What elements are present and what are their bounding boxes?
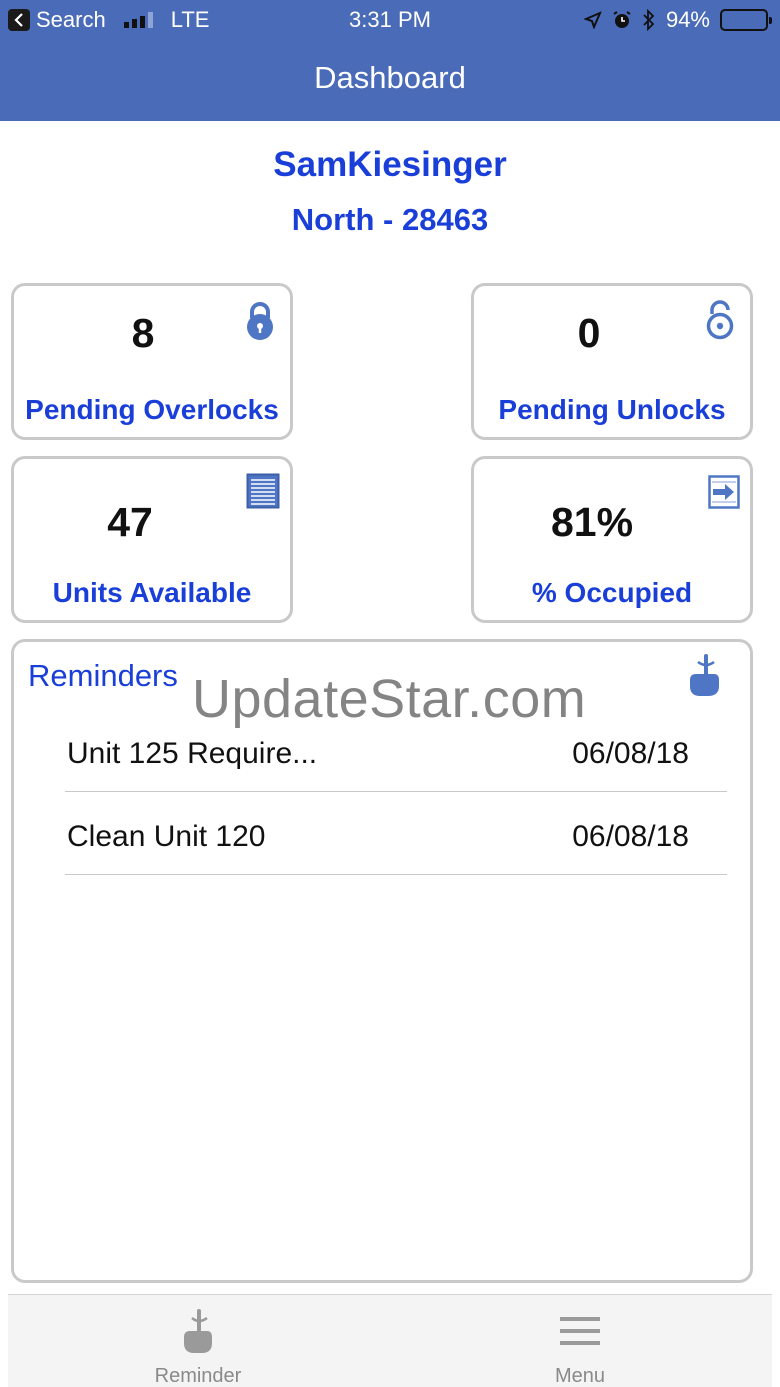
status-bar: Search LTE 3:31 PM 94% — [0, 0, 780, 40]
units-available-card[interactable]: 47 Units Available — [11, 456, 293, 623]
reminder-row[interactable]: Clean Unit 120 06/08/18 — [65, 793, 727, 875]
storage-door-icon — [246, 473, 280, 514]
pending-overlocks-count: 8 — [131, 310, 155, 356]
tab-menu[interactable]: Menu — [480, 1295, 680, 1387]
units-available-label: Units Available — [52, 577, 252, 608]
move-in-arrow-icon — [708, 475, 740, 514]
battery-percent: 94% — [665, 7, 710, 32]
top-bar: Search LTE 3:31 PM 94% Dashboard — [0, 0, 780, 121]
page-title: Dashboard — [314, 60, 466, 95]
pending-unlocks-count: 0 — [577, 310, 601, 356]
occupied-label: % Occupied — [531, 577, 693, 608]
pending-unlocks-label: Pending Unlocks — [498, 394, 726, 425]
battery-icon — [720, 9, 772, 31]
reminder-text: Unit 125 Require... — [67, 737, 318, 770]
tab-reminder[interactable]: Reminder — [98, 1295, 298, 1387]
bluetooth-icon — [643, 9, 655, 31]
status-right: 94% — [583, 7, 772, 33]
location-arrow-icon — [583, 11, 602, 29]
user-name: SamKiesinger — [273, 145, 507, 184]
reminders-panel: Reminders Unit 125 Require... 06/08/18 C… — [11, 639, 753, 1283]
occupied-card[interactable]: 81% % Occupied — [471, 456, 753, 623]
tab-bar: Reminder Menu — [8, 1294, 772, 1387]
tab-menu-label: Menu — [554, 1365, 606, 1387]
pending-overlocks-label: Pending Overlocks — [25, 394, 279, 425]
occupied-percent: 81% — [550, 499, 634, 545]
pending-overlocks-card[interactable]: 8 Pending Overlocks — [11, 283, 293, 440]
watermark: UpdateStar.com — [192, 669, 587, 729]
reminder-date: 06/08/18 — [572, 820, 689, 853]
dashboard-screen: Search LTE 3:31 PM 94% Dashboard SamKies… — [0, 0, 780, 1387]
unlocked-padlock-icon — [704, 300, 736, 345]
locked-padlock-icon — [244, 302, 276, 345]
units-available-count: 47 — [107, 499, 153, 545]
finger-string-icon — [181, 1309, 215, 1361]
reminders-title: Reminders — [28, 658, 178, 693]
hamburger-menu-icon — [560, 1315, 600, 1353]
finger-string-icon[interactable] — [686, 654, 722, 703]
reminder-text: Clean Unit 120 — [67, 820, 266, 853]
site-name: North - 28463 — [291, 202, 489, 237]
tab-reminder-label: Reminder — [154, 1365, 242, 1387]
reminder-date: 06/08/18 — [572, 737, 689, 770]
alarm-icon — [613, 11, 631, 28]
pending-unlocks-card[interactable]: 0 Pending Unlocks — [471, 283, 753, 440]
